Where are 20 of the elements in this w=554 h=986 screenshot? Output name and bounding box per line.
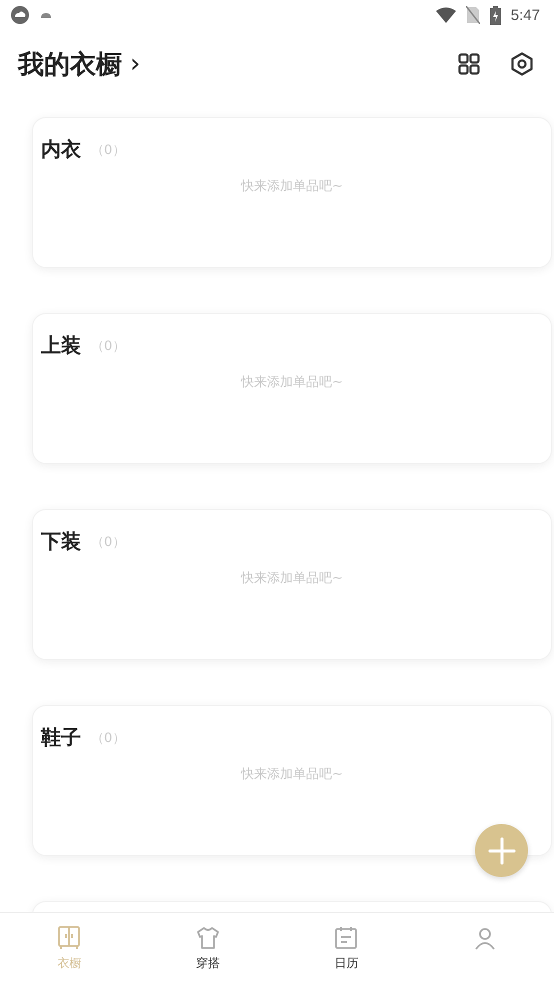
nav-tab[interactable]: 穿搭 [138,913,277,986]
category-title: 上装 [41,332,81,359]
cloud-icon [10,5,30,25]
wifi-icon [436,7,456,23]
no-sim-icon [466,6,480,24]
chevron-icon[interactable]: › [130,49,140,79]
grid-view-button[interactable] [458,53,480,75]
plus-icon [486,836,516,866]
category-title: 鞋子 [41,724,81,751]
clock-time: 5:47 [510,6,540,24]
nav-tab[interactable]: 日历 [277,913,416,986]
wardrobe-icon [56,925,82,951]
battery-charging-icon [490,6,501,24]
category-title: 内衣 [41,136,81,163]
category-title: 下装 [41,528,81,555]
page-title[interactable]: 我的衣橱 [18,46,122,82]
notification-icon [40,11,52,19]
calendar-icon [333,925,360,951]
tshirt-icon [194,925,221,951]
settings-button[interactable] [510,52,534,76]
